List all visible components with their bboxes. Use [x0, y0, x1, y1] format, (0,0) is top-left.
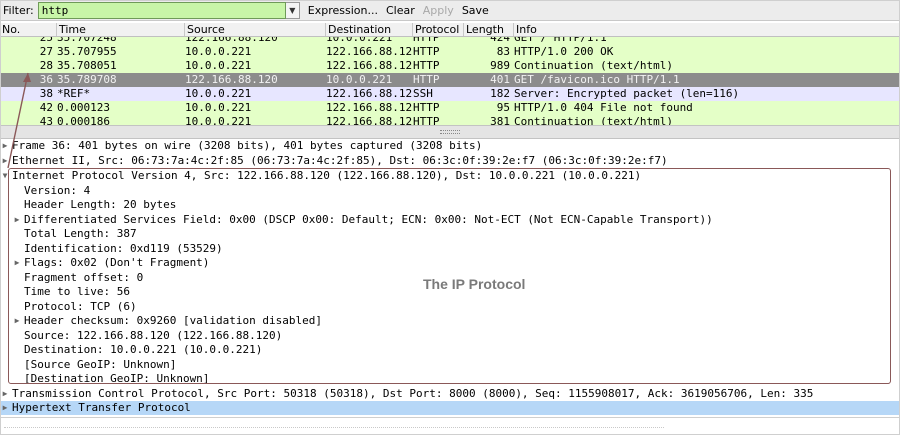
- packet-destination: 122.166.88.12(: [326, 87, 413, 100]
- tree-item-frame[interactable]: ▶ Frame 36: 401 bytes on wire (3208 bits…: [0, 139, 900, 153]
- packet-destination: 122.166.88.12(: [326, 101, 413, 114]
- apply-button: Apply: [422, 3, 454, 17]
- packet-row[interactable]: 43 0.000186 10.0.0.221 122.166.88.12( HT…: [0, 115, 900, 125]
- tree-item-tcp[interactable]: ▶ Transmission Control Protocol, Src Por…: [0, 387, 900, 401]
- column-header-protocol[interactable]: Protocol: [413, 23, 464, 36]
- packet-no: 25: [39, 37, 53, 44]
- packet-length: 989: [490, 59, 510, 72]
- tree-item-ethernet[interactable]: ▶ Ethernet II, Src: 06:73:7a:4c:2f:85 (0…: [0, 154, 900, 168]
- packet-source: 122.166.88.120: [185, 73, 278, 86]
- ip-protocol-annotation: The IP Protocol: [423, 276, 526, 292]
- packet-info: HTTP/1.0 404 File not found: [514, 101, 693, 114]
- filter-label: Filter:: [3, 3, 34, 17]
- packet-source: 10.0.0.221: [185, 101, 252, 114]
- packet-source: 10.0.0.221: [185, 87, 252, 100]
- packet-time: 0.000123: [57, 101, 110, 114]
- tree-item-label: Frame 36: 401 bytes on wire (3208 bits),…: [12, 139, 483, 152]
- packet-destination: 10.0.0.221: [326, 73, 393, 86]
- packet-length: 95: [496, 101, 510, 114]
- packet-row[interactable]: 27 35.707955 10.0.0.221 122.166.88.12( H…: [0, 45, 900, 59]
- packet-info: Continuation (text/html): [514, 59, 673, 72]
- packet-length: 424: [490, 37, 510, 44]
- filter-toolbar: Filter: http ▼ Expression... Clear Apply…: [0, 0, 900, 21]
- packet-destination: 122.166.88.12(: [326, 45, 413, 58]
- packet-protocol: HTTP: [413, 45, 440, 58]
- packet-length: 381: [490, 115, 510, 125]
- column-header-no[interactable]: No.: [0, 23, 57, 36]
- column-header-time[interactable]: Time: [57, 23, 185, 36]
- packet-source: 10.0.0.221: [185, 115, 252, 125]
- packet-destination: 122.166.88.12(: [326, 59, 413, 72]
- packet-protocol: HTTP: [413, 59, 440, 72]
- filter-input[interactable]: http: [37, 1, 286, 19]
- packet-no: 36: [39, 73, 53, 86]
- packet-row-selected[interactable]: 36 35.789708 122.166.88.120 10.0.0.221 H…: [0, 73, 900, 87]
- column-header-source[interactable]: Source: [185, 23, 326, 36]
- packet-time: *REF*: [57, 87, 91, 100]
- tree-item-label: Hypertext Transfer Protocol: [12, 401, 191, 414]
- packet-time: 0.000186: [57, 115, 110, 125]
- packet-time: 35.707248: [57, 37, 117, 44]
- tree-item-http[interactable]: ▶ Hypertext Transfer Protocol: [0, 401, 900, 415]
- packet-protocol: HTTP: [413, 37, 440, 44]
- packet-row[interactable]: 25 35.707248 122.166.88.120 10.0.0.221 H…: [0, 37, 900, 45]
- packet-length: 182: [490, 87, 510, 100]
- expand-triangle-icon[interactable]: ▶: [0, 154, 10, 168]
- packet-protocol: HTTP: [413, 115, 440, 125]
- packet-no: 42: [39, 101, 53, 114]
- packet-info: GET / HTTP/1.1: [514, 37, 607, 44]
- packet-row[interactable]: 38 *REF* 10.0.0.221 122.166.88.12( SSH 1…: [0, 87, 900, 101]
- packet-row[interactable]: 42 0.000123 10.0.0.221 122.166.88.12( HT…: [0, 101, 900, 115]
- packet-source: 10.0.0.221: [185, 45, 252, 58]
- expression-button[interactable]: Expression...: [308, 4, 378, 17]
- packet-no: 43: [39, 115, 53, 125]
- packet-info: HTTP/1.0 200 OK: [514, 45, 614, 58]
- packet-time: 35.789708: [57, 73, 117, 86]
- expand-triangle-icon[interactable]: ▶: [0, 139, 10, 153]
- packet-time: 35.708051: [57, 59, 117, 72]
- packet-bytes-pane: [0, 417, 900, 435]
- packet-no: 27: [39, 45, 53, 58]
- packet-no: 28: [39, 59, 53, 72]
- packet-row[interactable]: 28 35.708051 10.0.0.221 122.166.88.12( H…: [0, 59, 900, 73]
- column-header-destination[interactable]: Destination: [326, 23, 413, 36]
- packet-destination: 10.0.0.221: [326, 37, 393, 44]
- packet-length: 401: [490, 73, 510, 86]
- packet-info: Server: Encrypted packet (len=116): [514, 87, 740, 100]
- packet-source: 122.166.88.120: [185, 37, 278, 44]
- column-header-info[interactable]: Info: [514, 23, 900, 36]
- column-header-length[interactable]: Length: [464, 23, 514, 36]
- packet-destination: 122.166.88.12(: [326, 115, 413, 125]
- expand-triangle-icon[interactable]: ▶: [0, 401, 10, 415]
- packet-protocol: HTTP: [413, 73, 440, 86]
- clear-button[interactable]: Clear: [386, 4, 415, 17]
- tree-item-label: Transmission Control Protocol, Src Port:…: [12, 386, 814, 400]
- packet-protocol: SSH: [413, 87, 433, 100]
- bytes-placeholder: [4, 427, 664, 433]
- packet-length: 83: [496, 45, 510, 58]
- packet-time: 35.707955: [57, 45, 117, 58]
- packet-list-header: No. Time Source Destination Protocol Len…: [0, 23, 900, 37]
- tree-item-label: Ethernet II, Src: 06:73:7a:4c:2f:85 (06:…: [12, 154, 668, 167]
- packet-source: 10.0.0.221: [185, 59, 252, 72]
- pane-splitter[interactable]: [0, 125, 900, 139]
- packet-list: 25 35.707248 122.166.88.120 10.0.0.221 H…: [0, 37, 900, 125]
- packet-info: GET /favicon.ico HTTP/1.1: [514, 73, 680, 86]
- packet-no: 38: [39, 87, 53, 100]
- chevron-down-icon[interactable]: ▼: [285, 1, 300, 19]
- packet-info: Continuation (text/html): [514, 115, 673, 125]
- packet-protocol: HTTP: [413, 101, 440, 114]
- expand-triangle-icon[interactable]: ▶: [0, 387, 10, 401]
- save-button[interactable]: Save: [462, 4, 489, 17]
- splitter-grip: [440, 130, 460, 134]
